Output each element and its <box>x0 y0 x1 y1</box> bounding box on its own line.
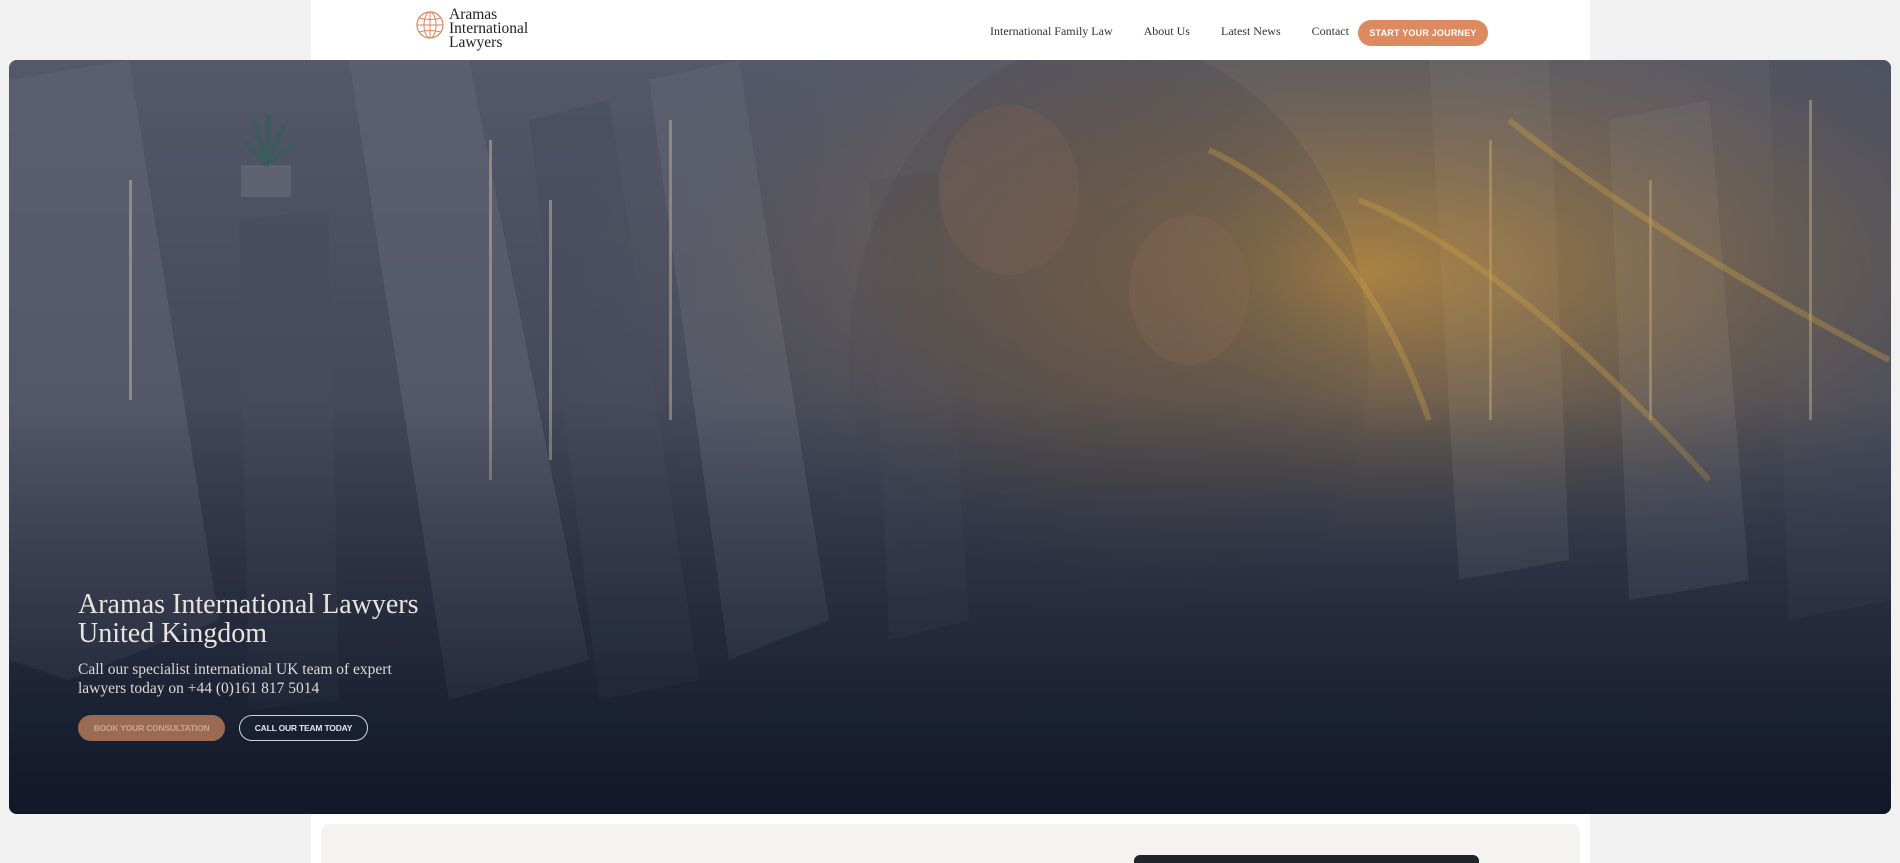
logo-wordmark: Aramas International Lawyers <box>449 7 528 51</box>
nav-contact[interactable]: Contact <box>1312 24 1349 39</box>
hero-title-line-1: Aramas International Lawyers <box>78 589 419 620</box>
main-nav: International Family Law About Us Latest… <box>990 24 1380 39</box>
hero-buttons: BOOK YOUR CONSULTATION CALL OUR TEAM TOD… <box>78 715 538 741</box>
hero-content: Aramas International Lawyers United King… <box>78 590 538 741</box>
site-header: Aramas International Lawyers Internation… <box>311 0 1590 60</box>
nav-latest-news[interactable]: Latest News <box>1221 24 1281 39</box>
call-team-button[interactable]: CALL OUR TEAM TODAY <box>239 715 368 741</box>
hero-title: Aramas International Lawyers United King… <box>78 590 538 648</box>
dark-form-panel <box>1134 855 1479 863</box>
nav-about-us[interactable]: About Us <box>1144 24 1190 39</box>
start-your-journey-button[interactable]: START YOUR JOURNEY <box>1358 20 1488 46</box>
logo-line-3: Lawyers <box>449 34 503 51</box>
globe-icon <box>416 11 444 39</box>
site-logo[interactable]: Aramas International Lawyers <box>415 7 528 51</box>
hero-subtitle: Call our specialist international UK tea… <box>78 661 392 697</box>
hero-banner: Aramas International Lawyers United King… <box>9 60 1891 814</box>
book-consultation-button[interactable]: BOOK YOUR CONSULTATION <box>78 715 225 741</box>
hero-title-line-2: United Kingdom <box>78 618 267 649</box>
nav-international-family-law[interactable]: International Family Law <box>990 24 1113 39</box>
